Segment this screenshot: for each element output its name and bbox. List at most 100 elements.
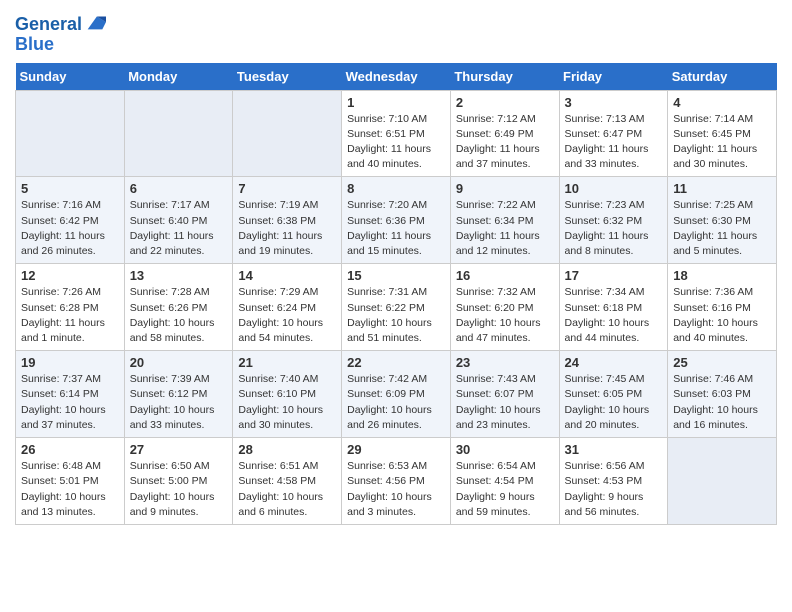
day-info: Sunrise: 7:46 AMSunset: 6:03 PMDaylight:… [673, 372, 771, 433]
day-cell: 4 Sunrise: 7:14 AMSunset: 6:45 PMDaylight… [668, 90, 777, 177]
day-number: 25 [673, 355, 771, 370]
day-cell: 21 Sunrise: 7:40 AMSunset: 6:10 PMDayligh… [233, 351, 342, 438]
day-number: 26 [21, 442, 119, 457]
day-info: Sunrise: 7:12 AMSunset: 6:49 PMDaylight:… [456, 112, 554, 173]
day-info: Sunrise: 7:39 AMSunset: 6:12 PMDaylight:… [130, 372, 228, 433]
day-number: 1 [347, 95, 445, 110]
week-row-2: 5 Sunrise: 7:16 AMSunset: 6:42 PMDaylight… [16, 177, 777, 264]
day-info: Sunrise: 7:40 AMSunset: 6:10 PMDaylight:… [238, 372, 336, 433]
day-info: Sunrise: 6:54 AMSunset: 4:54 PMDaylight:… [456, 459, 554, 520]
day-cell: 13 Sunrise: 7:28 AMSunset: 6:26 PMDayligh… [124, 264, 233, 351]
logo-text-blue: Blue [15, 35, 106, 55]
day-info: Sunrise: 6:50 AMSunset: 5:00 PMDaylight:… [130, 459, 228, 520]
day-cell: 10 Sunrise: 7:23 AMSunset: 6:32 PMDayligh… [559, 177, 668, 264]
day-cell: 11 Sunrise: 7:25 AMSunset: 6:30 PMDayligh… [668, 177, 777, 264]
calendar-table: SundayMondayTuesdayWednesdayThursdayFrid… [15, 63, 777, 525]
day-info: Sunrise: 7:26 AMSunset: 6:28 PMDaylight:… [21, 285, 119, 346]
day-number: 10 [565, 181, 663, 196]
day-number: 14 [238, 268, 336, 283]
day-number: 5 [21, 181, 119, 196]
day-cell: 23 Sunrise: 7:43 AMSunset: 6:07 PMDayligh… [450, 351, 559, 438]
day-number: 9 [456, 181, 554, 196]
day-cell: 22 Sunrise: 7:42 AMSunset: 6:09 PMDayligh… [342, 351, 451, 438]
weekday-header-friday: Friday [559, 63, 668, 91]
day-info: Sunrise: 7:36 AMSunset: 6:16 PMDaylight:… [673, 285, 771, 346]
day-number: 20 [130, 355, 228, 370]
day-cell: 1Sunrise: 7:10 AMSunset: 6:51 PMDaylight… [342, 90, 451, 177]
day-number: 13 [130, 268, 228, 283]
logo-text: General [15, 15, 82, 35]
calendar-container: General Blue SundayMondayTuesdayWednesda… [0, 0, 792, 540]
day-number: 6 [130, 181, 228, 196]
day-info: Sunrise: 7:25 AMSunset: 6:30 PMDaylight:… [673, 198, 771, 259]
day-cell: 15 Sunrise: 7:31 AMSunset: 6:22 PMDayligh… [342, 264, 451, 351]
day-number: 4 [673, 95, 771, 110]
day-cell: 20 Sunrise: 7:39 AMSunset: 6:12 PMDayligh… [124, 351, 233, 438]
day-number: 30 [456, 442, 554, 457]
day-number: 18 [673, 268, 771, 283]
day-info: Sunrise: 7:23 AMSunset: 6:32 PMDaylight:… [565, 198, 663, 259]
day-info: Sunrise: 6:48 AMSunset: 5:01 PMDaylight:… [21, 459, 119, 520]
day-cell: 16Sunrise: 7:32 AMSunset: 6:20 PMDayligh… [450, 264, 559, 351]
day-info: Sunrise: 7:45 AMSunset: 6:05 PMDaylight:… [565, 372, 663, 433]
day-info: Sunrise: 7:19 AMSunset: 6:38 PMDaylight:… [238, 198, 336, 259]
day-number: 21 [238, 355, 336, 370]
day-info: Sunrise: 7:28 AMSunset: 6:26 PMDaylight:… [130, 285, 228, 346]
day-info: Sunrise: 7:14 AMSunset: 6:45 PMDaylight:… [673, 112, 771, 173]
day-number: 11 [673, 181, 771, 196]
day-number: 19 [21, 355, 119, 370]
logo: General Blue [15, 15, 106, 55]
day-cell [668, 438, 777, 525]
day-info: Sunrise: 6:56 AMSunset: 4:53 PMDaylight:… [565, 459, 663, 520]
day-cell: 17 Sunrise: 7:34 AMSunset: 6:18 PMDayligh… [559, 264, 668, 351]
day-cell: 7 Sunrise: 7:19 AMSunset: 6:38 PMDaylight… [233, 177, 342, 264]
day-number: 15 [347, 268, 445, 283]
day-info: Sunrise: 7:22 AMSunset: 6:34 PMDaylight:… [456, 198, 554, 259]
day-info: Sunrise: 6:51 AMSunset: 4:58 PMDaylight:… [238, 459, 336, 520]
day-cell: 8 Sunrise: 7:20 AMSunset: 6:36 PMDaylight… [342, 177, 451, 264]
day-info: Sunrise: 7:31 AMSunset: 6:22 PMDaylight:… [347, 285, 445, 346]
day-cell: 12 Sunrise: 7:26 AMSunset: 6:28 PMDayligh… [16, 264, 125, 351]
day-number: 2 [456, 95, 554, 110]
header: General Blue [15, 10, 777, 55]
day-number: 24 [565, 355, 663, 370]
day-cell: 29 Sunrise: 6:53 AMSunset: 4:56 PMDayligh… [342, 438, 451, 525]
day-number: 7 [238, 181, 336, 196]
day-info: Sunrise: 7:20 AMSunset: 6:36 PMDaylight:… [347, 198, 445, 259]
day-number: 27 [130, 442, 228, 457]
day-cell: 3 Sunrise: 7:13 AMSunset: 6:47 PMDaylight… [559, 90, 668, 177]
day-cell: 5 Sunrise: 7:16 AMSunset: 6:42 PMDaylight… [16, 177, 125, 264]
day-number: 12 [21, 268, 119, 283]
day-number: 28 [238, 442, 336, 457]
day-info: Sunrise: 7:37 AMSunset: 6:14 PMDaylight:… [21, 372, 119, 433]
weekday-header-sunday: Sunday [16, 63, 125, 91]
day-cell: 9 Sunrise: 7:22 AMSunset: 6:34 PMDaylight… [450, 177, 559, 264]
day-info: Sunrise: 6:53 AMSunset: 4:56 PMDaylight:… [347, 459, 445, 520]
day-number: 29 [347, 442, 445, 457]
day-cell: 6 Sunrise: 7:17 AMSunset: 6:40 PMDaylight… [124, 177, 233, 264]
week-row-3: 12 Sunrise: 7:26 AMSunset: 6:28 PMDayligh… [16, 264, 777, 351]
day-cell: 26 Sunrise: 6:48 AMSunset: 5:01 PMDayligh… [16, 438, 125, 525]
day-number: 3 [565, 95, 663, 110]
day-info: Sunrise: 7:16 AMSunset: 6:42 PMDaylight:… [21, 198, 119, 259]
day-number: 22 [347, 355, 445, 370]
day-info: Sunrise: 7:43 AMSunset: 6:07 PMDaylight:… [456, 372, 554, 433]
week-row-4: 19 Sunrise: 7:37 AMSunset: 6:14 PMDayligh… [16, 351, 777, 438]
day-cell [233, 90, 342, 177]
day-info: Sunrise: 7:17 AMSunset: 6:40 PMDaylight:… [130, 198, 228, 259]
day-number: 17 [565, 268, 663, 283]
weekday-header-row: SundayMondayTuesdayWednesdayThursdayFrid… [16, 63, 777, 91]
day-cell: 18 Sunrise: 7:36 AMSunset: 6:16 PMDayligh… [668, 264, 777, 351]
day-cell: 27 Sunrise: 6:50 AMSunset: 5:00 PMDayligh… [124, 438, 233, 525]
day-info: Sunrise: 7:34 AMSunset: 6:18 PMDaylight:… [565, 285, 663, 346]
day-number: 8 [347, 181, 445, 196]
day-info: Sunrise: 7:42 AMSunset: 6:09 PMDaylight:… [347, 372, 445, 433]
week-row-1: 1Sunrise: 7:10 AMSunset: 6:51 PMDaylight… [16, 90, 777, 177]
day-cell: 24 Sunrise: 7:45 AMSunset: 6:05 PMDayligh… [559, 351, 668, 438]
weekday-header-thursday: Thursday [450, 63, 559, 91]
day-info: Sunrise: 7:13 AMSunset: 6:47 PMDaylight:… [565, 112, 663, 173]
weekday-header-wednesday: Wednesday [342, 63, 451, 91]
day-cell [16, 90, 125, 177]
day-number: 23 [456, 355, 554, 370]
weekday-header-tuesday: Tuesday [233, 63, 342, 91]
